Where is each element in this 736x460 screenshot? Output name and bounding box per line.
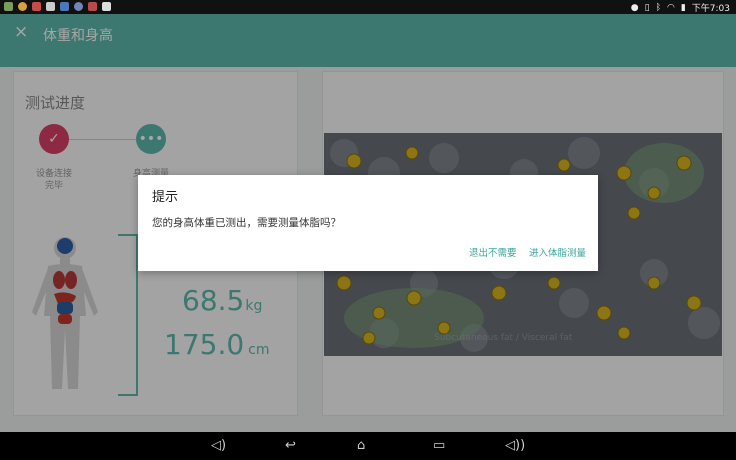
- back-icon[interactable]: ↩: [285, 438, 296, 454]
- location-icon: ●: [630, 2, 639, 13]
- start-fat-measurement-button[interactable]: 进入体脂测量: [529, 245, 586, 259]
- volume-down-icon[interactable]: ◁): [211, 438, 226, 454]
- notification-icon: [46, 2, 55, 11]
- status-right: ● ▯ ᛒ ◠ ▮ 下午7:03: [630, 1, 730, 15]
- recents-icon[interactable]: ▭: [433, 438, 445, 454]
- skip-fat-measurement-button[interactable]: 退出不需要: [469, 245, 517, 259]
- dialog-message: 您的身高体重已测出，需要测量体脂吗？: [152, 217, 341, 229]
- clock: 下午7:03: [691, 4, 730, 14]
- dialog-title: 提示: [152, 190, 179, 205]
- notification-icon: [102, 2, 111, 11]
- prompt-dialog: 提示 您的身高体重已测出，需要测量体脂吗？ 退出不需要 进入体脂测量: [138, 175, 598, 271]
- wifi-icon: ◠: [666, 2, 675, 13]
- home-icon[interactable]: ⌂: [357, 438, 365, 454]
- system-nav-bar: ◁) ↩ ⌂ ▭ ◁)): [0, 432, 736, 460]
- notification-icon: [32, 2, 41, 11]
- bluetooth-icon: ᛒ: [655, 2, 661, 13]
- battery-icon: ▮: [680, 2, 686, 13]
- notification-icons: [4, 2, 111, 11]
- notification-icon: [88, 2, 97, 11]
- volume-up-icon[interactable]: ◁)): [505, 438, 525, 454]
- notification-icon: [74, 2, 83, 11]
- notification-icon: [4, 2, 13, 11]
- notification-icon: [60, 2, 69, 11]
- vibrate-icon: ▯: [644, 2, 650, 13]
- status-bar: ● ▯ ᛒ ◠ ▮ 下午7:03: [0, 0, 736, 14]
- notification-icon: [18, 2, 27, 11]
